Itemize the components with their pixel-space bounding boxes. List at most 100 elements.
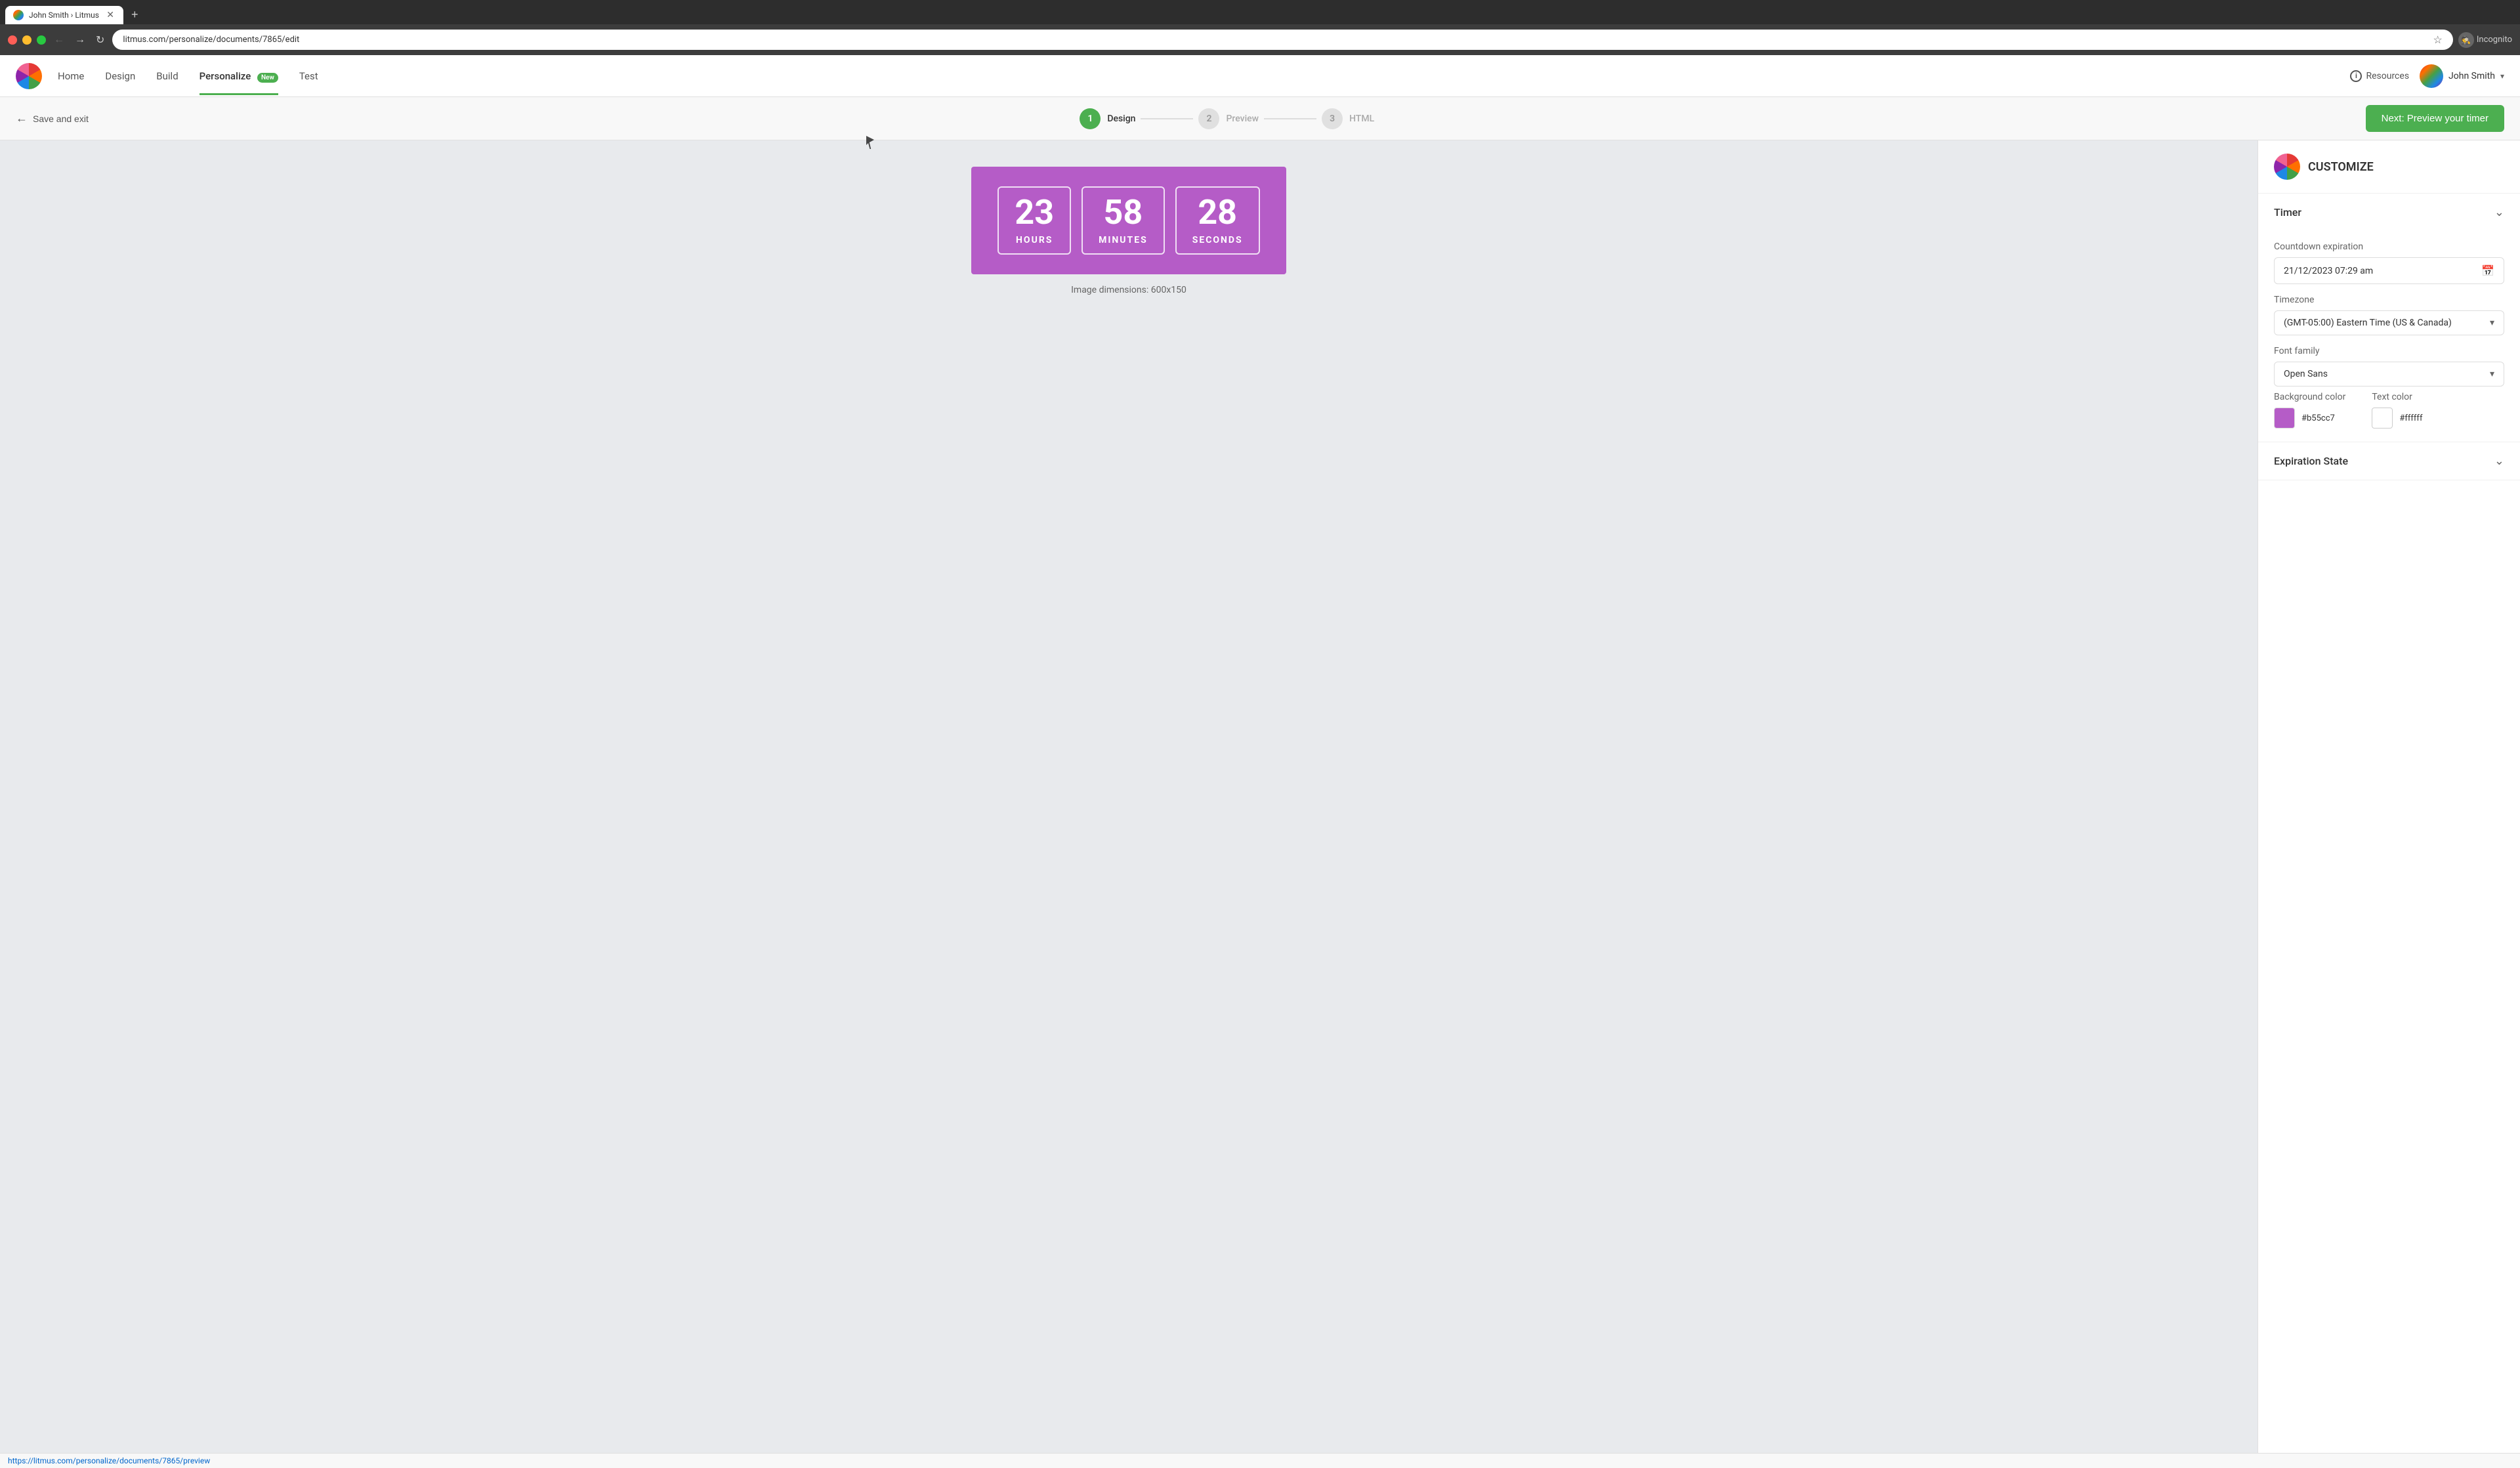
save-and-exit-button[interactable]: ← Save and exit — [16, 112, 89, 125]
browser-tab-title: John Smith › Litmus — [29, 10, 100, 20]
step-2-number: 2 — [1206, 114, 1211, 124]
text-color-label: Text color — [2372, 392, 2422, 402]
font-family-chevron-icon: ▾ — [2490, 369, 2494, 379]
timer-seconds-value: 28 — [1192, 196, 1243, 230]
back-arrow-icon: ← — [16, 112, 28, 125]
text-color-hex: #ffffff — [2399, 413, 2422, 423]
step-1-circle: 1 — [1080, 108, 1101, 129]
countdown-expiration-input[interactable]: 21/12/2023 07:29 am 📅 — [2274, 257, 2504, 284]
font-family-label: Font family — [2274, 346, 2504, 356]
background-color-swatch[interactable] — [2274, 408, 2295, 429]
step-3-circle: 3 — [1322, 108, 1343, 129]
step-connector-2 — [1264, 118, 1316, 119]
calendar-icon: 📅 — [2481, 264, 2494, 277]
new-tab-button[interactable]: + — [126, 5, 144, 24]
sidebar-header: CUSTOMIZE — [2258, 140, 2520, 194]
timer-hours-value: 23 — [1015, 196, 1054, 230]
expiration-section-title: Expiration State — [2274, 455, 2348, 467]
expiration-section-header[interactable]: Expiration State ⌄ — [2258, 442, 2520, 480]
browser-controls: ← → ↻ litmus.com/personalize/documents/7… — [0, 24, 2520, 55]
expiration-section: Expiration State ⌄ — [2258, 442, 2520, 480]
browser-minimize-button[interactable] — [22, 35, 32, 45]
browser-address-bar[interactable]: litmus.com/personalize/documents/7865/ed… — [112, 30, 2452, 50]
timezone-value: (GMT-05:00) Eastern Time (US & Canada) — [2284, 318, 2452, 328]
toolbar: ← Save and exit 1 Design 2 Preview 3 HTM… — [0, 97, 2520, 140]
timer-section: Timer ⌄ Countdown expiration 21/12/2023 … — [2258, 194, 2520, 442]
timezone-chevron-icon: ▾ — [2490, 318, 2494, 328]
nav-home[interactable]: Home — [58, 57, 84, 95]
status-bar: https://litmus.com/personalize/documents… — [0, 1453, 2520, 1468]
browser-tab-active[interactable]: John Smith › Litmus ✕ — [5, 6, 123, 24]
browser-reload-button[interactable]: ↻ — [93, 31, 107, 49]
browser-back-button[interactable]: ← — [51, 31, 67, 49]
step-design: 1 Design — [1080, 108, 1135, 129]
incognito-label: Incognito — [2477, 35, 2512, 45]
timer-minutes-value: 58 — [1099, 196, 1148, 230]
step-3-number: 3 — [1330, 114, 1335, 124]
main-content: 23 HOURS 58 MINUTES 28 SECONDS Image dim… — [0, 140, 2520, 1453]
incognito-icon: 🕵 — [2458, 32, 2474, 48]
step-preview: 2 Preview — [1198, 108, 1259, 129]
text-color-field: Text color #ffffff — [2372, 392, 2422, 429]
app-logo-icon[interactable] — [16, 63, 42, 89]
expiration-chevron-icon: ⌄ — [2494, 454, 2504, 468]
timer-section-header[interactable]: Timer ⌄ — [2258, 194, 2520, 231]
resources-info-icon: i — [2350, 70, 2362, 82]
canvas-area: 23 HOURS 58 MINUTES 28 SECONDS Image dim… — [0, 140, 2258, 1453]
step-html: 3 HTML — [1322, 108, 1374, 129]
next-preview-timer-button[interactable]: Next: Preview your timer — [2366, 105, 2504, 132]
customize-sidebar: CUSTOMIZE Timer ⌄ Countdown expiration 2… — [2258, 140, 2520, 1453]
color-row: Background color #b55cc7 Text color #fff… — [2274, 392, 2504, 429]
browser-tab-close-icon[interactable]: ✕ — [105, 10, 116, 20]
step-2-label: Preview — [1226, 114, 1259, 124]
nav-personalize-label: Personalize — [200, 70, 251, 82]
timer-seconds-cell: 28 SECONDS — [1175, 186, 1260, 255]
browser-bookmark-icon[interactable]: ☆ — [2433, 33, 2443, 46]
sidebar-litmus-logo-icon — [2274, 154, 2300, 180]
timer-cells: 23 HOURS 58 MINUTES 28 SECONDS — [998, 186, 1259, 255]
timer-preview: 23 HOURS 58 MINUTES 28 SECONDS — [971, 167, 1286, 274]
browser-address-text: litmus.com/personalize/documents/7865/ed… — [123, 35, 2427, 45]
browser-maximize-button[interactable] — [37, 35, 46, 45]
sidebar-title: CUSTOMIZE — [2308, 160, 2374, 174]
background-color-field: Background color #b55cc7 — [2274, 392, 2345, 429]
background-color-hex: #b55cc7 — [2301, 413, 2335, 423]
timer-hours-label: HOURS — [1015, 235, 1054, 245]
browser-close-button[interactable] — [8, 35, 17, 45]
nav-design[interactable]: Design — [105, 57, 135, 95]
font-family-select[interactable]: Open Sans ▾ — [2274, 362, 2504, 387]
personalize-new-badge: New — [257, 73, 278, 83]
nav-test[interactable]: Test — [299, 57, 318, 95]
status-url: https://litmus.com/personalize/documents… — [8, 1456, 210, 1465]
nav-build[interactable]: Build — [156, 57, 178, 95]
browser-tab-bar: John Smith › Litmus ✕ + — [0, 0, 2520, 24]
browser-chrome: John Smith › Litmus ✕ + ← → ↻ litmus.com… — [0, 0, 2520, 55]
countdown-expiration-label: Countdown expiration — [2274, 241, 2504, 252]
timezone-label: Timezone — [2274, 295, 2504, 305]
nav-personalize[interactable]: Personalize New — [200, 57, 278, 95]
user-name: John Smith — [2448, 71, 2495, 81]
browser-forward-button[interactable]: → — [72, 31, 88, 49]
timer-minutes-label: MINUTES — [1099, 235, 1148, 245]
timer-section-title: Timer — [2274, 206, 2301, 219]
user-menu[interactable]: John Smith ▾ — [2420, 64, 2504, 88]
user-avatar — [2420, 64, 2443, 88]
header-right: i Resources John Smith ▾ — [2350, 64, 2504, 88]
background-color-label: Background color — [2274, 392, 2345, 402]
timer-minutes-cell: 58 MINUTES — [1082, 186, 1165, 255]
timer-section-content: Countdown expiration 21/12/2023 07:29 am… — [2258, 241, 2520, 442]
timezone-select[interactable]: (GMT-05:00) Eastern Time (US & Canada) ▾ — [2274, 310, 2504, 335]
user-menu-chevron-icon: ▾ — [2500, 72, 2504, 81]
step-3-label: HTML — [1349, 114, 1374, 124]
image-dimensions-label: Image dimensions: 600x150 — [1071, 285, 1186, 295]
timer-section-chevron-icon: ⌄ — [2494, 205, 2504, 219]
browser-incognito-indicator: 🕵 Incognito — [2458, 32, 2512, 48]
resources-label: Resources — [2366, 71, 2409, 81]
background-color-input-row: #b55cc7 — [2274, 408, 2345, 429]
text-color-swatch[interactable] — [2372, 408, 2393, 429]
step-1-number: 1 — [1087, 114, 1093, 124]
resources-button[interactable]: i Resources — [2350, 70, 2409, 82]
text-color-input-row: #ffffff — [2372, 408, 2422, 429]
countdown-expiration-value: 21/12/2023 07:29 am — [2284, 266, 2373, 276]
step-1-label: Design — [1107, 114, 1135, 124]
